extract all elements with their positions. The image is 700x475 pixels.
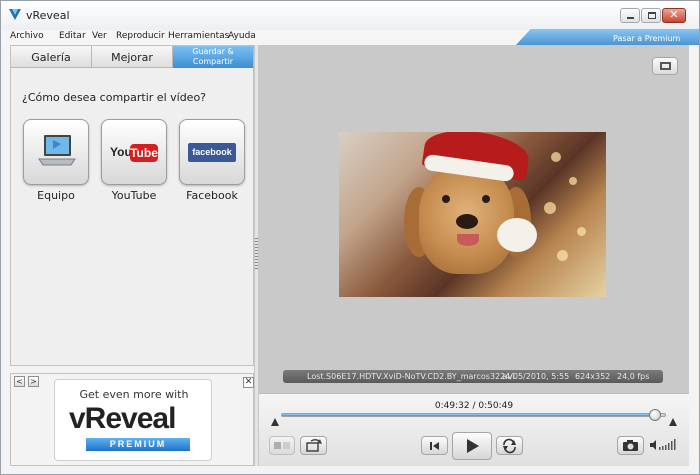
snapshot-button[interactable] (617, 436, 644, 455)
tab-galeria[interactable]: Galería (11, 46, 92, 68)
share-equipo-label: Equipo (37, 189, 75, 202)
play-button[interactable] (452, 432, 492, 460)
youtube-logo: You Tube (110, 144, 158, 163)
menu-ayuda[interactable]: Ayuda (228, 31, 256, 41)
tab-guardar-line2: Compartir (192, 57, 234, 66)
bokeh-light (577, 227, 586, 236)
share-youtube-button[interactable]: You Tube (101, 119, 167, 185)
promo-brand-logo: vReveal (69, 402, 176, 435)
share-panel: Galería Mejorar Guardar & Compartir ¿Cóm… (10, 45, 254, 366)
window-title: vReveal (26, 9, 70, 22)
maximize-button[interactable] (641, 8, 661, 23)
loop-button[interactable] (496, 436, 523, 455)
bokeh-light (551, 152, 561, 162)
minimize-button[interactable] (620, 8, 640, 23)
splitter-grip-icon[interactable] (255, 238, 258, 270)
skip-back-icon (430, 442, 439, 450)
compare-button[interactable] (269, 436, 295, 455)
promo-close-button[interactable]: ✕ (243, 377, 254, 388)
youtube-logo-tube: Tube (130, 144, 158, 162)
app-window: vReveal ✕ Archivo Editar Ver Reproducir … (0, 0, 700, 475)
maximize-icon (648, 12, 656, 19)
upgrade-premium-link[interactable]: Pasar a Premium (613, 34, 680, 43)
rotate-icon (306, 438, 322, 452)
loop-icon (503, 438, 516, 454)
menu-reproducir[interactable]: Reproducir (116, 31, 165, 41)
status-strip (1, 466, 699, 474)
file-fps: 24,0 fps (617, 372, 650, 381)
vreveal-logo-icon (9, 9, 21, 20)
volume-slider-icon[interactable] (649, 438, 679, 452)
trim-start-marker-icon[interactable] (271, 418, 279, 426)
video-player: Lost.S06E17.HDTV.XviD-NoTV.CD2.BY_marcos… (259, 45, 689, 393)
camera-icon (623, 440, 638, 451)
dog-eye (482, 195, 490, 203)
promo-next-button[interactable]: > (28, 376, 39, 387)
fullscreen-icon (660, 62, 671, 70)
menu-ver[interactable]: Ver (92, 31, 107, 41)
facebook-logo: facebook (188, 143, 236, 162)
tab-guardar-line1: Guardar & (192, 47, 234, 56)
file-date: 24/05/2010, 5:55 (500, 372, 570, 381)
title-bar: vReveal ✕ (1, 1, 699, 30)
bokeh-light (569, 177, 577, 185)
bokeh-light (544, 202, 556, 214)
rotate-button[interactable] (300, 436, 327, 455)
file-name: Lost.S06E17.HDTV.XviD-NoTV.CD2.BY_marcos… (307, 372, 515, 381)
promo-premium-badge: PREMIUM (86, 438, 190, 451)
play-icon (467, 439, 479, 453)
dog-tongue (457, 234, 479, 246)
share-question: ¿Cómo desea compartir el vídeo? (22, 91, 207, 104)
previous-button[interactable] (421, 436, 448, 455)
menu-archivo[interactable]: Archivo (10, 31, 44, 41)
share-facebook-button[interactable]: facebook (179, 119, 245, 185)
playback-controls: 0:49:32 / 0:50:49 (259, 393, 689, 466)
bokeh-light (557, 250, 568, 261)
premium-promo-card[interactable]: Get even more with vReveal PREMIUM (54, 379, 212, 461)
fullscreen-button[interactable] (652, 57, 678, 75)
menu-herramientas[interactable]: Herramientas (168, 31, 229, 41)
dog-nose (456, 214, 478, 229)
video-frame[interactable] (339, 132, 606, 297)
share-facebook-label: Facebook (186, 189, 238, 202)
seek-bar-fill (282, 414, 656, 416)
tab-mejorar[interactable]: Mejorar (92, 46, 173, 68)
time-readout: 0:49:32 / 0:50:49 (434, 401, 514, 411)
trim-end-marker-icon[interactable] (669, 418, 677, 426)
close-button[interactable]: ✕ (662, 8, 686, 23)
share-equipo-button[interactable] (23, 119, 89, 185)
seek-thumb[interactable] (649, 409, 662, 421)
file-info-bar: Lost.S06E17.HDTV.XviD-NoTV.CD2.BY_marcos… (283, 370, 663, 383)
file-resolution: 624x352 (575, 372, 611, 381)
tab-guardar-compartir[interactable]: Guardar & Compartir (173, 46, 254, 68)
seek-bar[interactable] (281, 409, 666, 421)
youtube-logo-you: You (110, 145, 132, 159)
promo-area: < > ✕ Get even more with vReveal PREMIUM (10, 373, 254, 466)
share-youtube-label: YouTube (111, 189, 157, 202)
close-icon: ✕ (669, 8, 679, 21)
dog-eye (442, 195, 450, 203)
compare-icon (274, 442, 290, 449)
promo-prev-button[interactable]: < (14, 376, 25, 387)
laptop-icon (38, 135, 76, 166)
menu-editar[interactable]: Editar (59, 31, 86, 41)
santa-hat-pompom (497, 218, 537, 252)
promo-headline: Get even more with (79, 388, 189, 401)
minimize-icon (627, 17, 634, 19)
